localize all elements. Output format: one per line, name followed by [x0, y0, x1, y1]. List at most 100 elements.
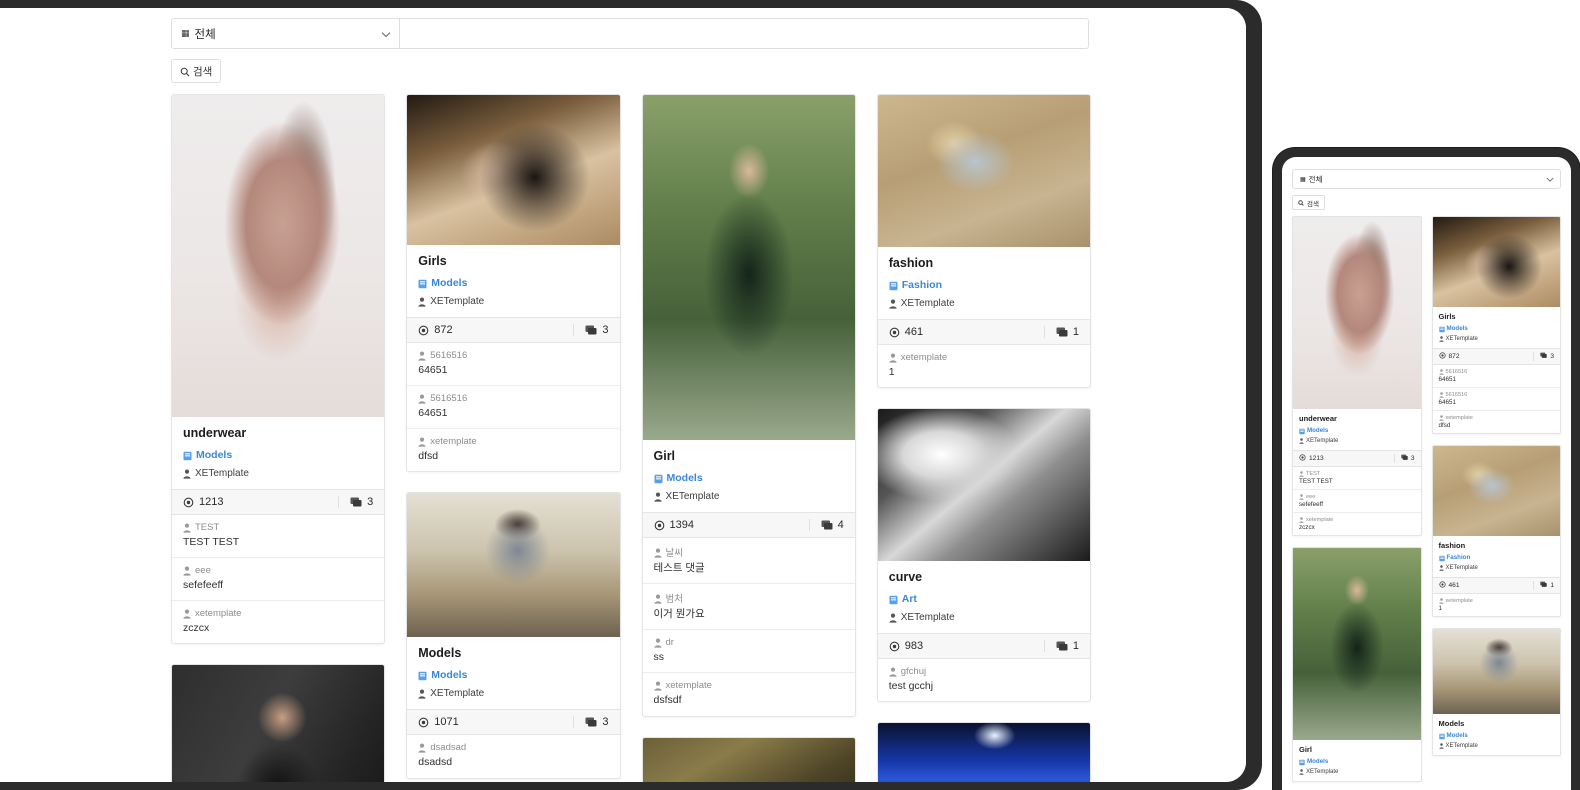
- comment-item[interactable]: xetemplate dfsd: [407, 429, 619, 471]
- comment-item[interactable]: 범처 이거 뭔가요: [642, 584, 855, 631]
- board-icon: [418, 279, 427, 288]
- card-category[interactable]: Models: [1438, 325, 1555, 332]
- comment-item[interactable]: TEST TEST TEST: [1293, 467, 1421, 490]
- card-thumbnail[interactable]: [1293, 217, 1421, 409]
- content-card[interactable]: Models Models XETemplate 1071 3 dsadsad dsadsd: [406, 492, 621, 779]
- card-category[interactable]: Models: [654, 472, 844, 484]
- search-button[interactable]: 검색: [171, 59, 222, 83]
- user-icon: [1438, 369, 1444, 375]
- comment-item[interactable]: gfchuj test gcchj: [878, 659, 1090, 701]
- comment-user: xetemplate: [889, 352, 1079, 363]
- card-body: fashion Fashion XETemplate: [878, 247, 1090, 319]
- content-card[interactable]: Girl Models XETemplate 1394 4 날씨 테스트 댓글 범처 이거 뭔가…: [641, 94, 856, 717]
- card-thumbnail[interactable]: [172, 665, 385, 782]
- card-author-name: XETemplate: [665, 491, 720, 502]
- comment-count: 3: [573, 324, 609, 336]
- content-card[interactable]: Girl Models XETemplate: [1292, 547, 1422, 782]
- content-card[interactable]: fashion Fashion XETemplate 461 1 xetemplate 1: [876, 94, 1091, 389]
- comment-item[interactable]: dr ss: [642, 630, 855, 674]
- card-category-label: Models: [1307, 758, 1329, 765]
- board-icon: [889, 595, 898, 604]
- card-author-name: XETemplate: [430, 296, 485, 307]
- comment-item[interactable]: eee sefefeeff: [172, 558, 385, 602]
- comment-item[interactable]: TEST TEST TEST: [172, 515, 385, 559]
- comment-item[interactable]: 5616516 64651: [407, 343, 620, 387]
- content-card[interactable]: curve Art XETemplate 983 1 gfchuj test gcchj: [876, 408, 1091, 703]
- card-category[interactable]: Models: [1438, 732, 1555, 739]
- comment-item[interactable]: 날씨 테스트 댓글: [642, 538, 855, 585]
- comment-item[interactable]: xetemplate 1: [1433, 594, 1561, 616]
- card-category[interactable]: Art: [889, 593, 1079, 605]
- card-thumbnail[interactable]: [1432, 446, 1560, 536]
- card-thumbnail[interactable]: [642, 95, 855, 440]
- card-title[interactable]: curve: [889, 570, 1079, 585]
- card-title[interactable]: Models: [1439, 719, 1555, 728]
- card-title[interactable]: Girl: [1299, 745, 1415, 754]
- user-icon: [1299, 471, 1304, 477]
- content-card[interactable]: fashion Fashion XETemplate 461 1 xetemplate 1: [1431, 445, 1561, 617]
- card-category[interactable]: Models: [1299, 427, 1415, 434]
- card-thumbnail[interactable]: [1432, 629, 1560, 714]
- card-thumbnail[interactable]: [1432, 217, 1560, 307]
- card-stats: 872 3: [1432, 348, 1560, 365]
- comment-item[interactable]: 5616516 64651: [1432, 365, 1560, 388]
- card-title[interactable]: underwear: [183, 426, 373, 441]
- card-title[interactable]: fashion: [889, 256, 1079, 271]
- comment-item[interactable]: xetemplate dsfsdf: [643, 673, 855, 715]
- view-count: 872: [1438, 352, 1460, 361]
- comment-item[interactable]: 5616516 64651: [1432, 388, 1560, 411]
- comment-user-name: xetemplate: [195, 608, 242, 620]
- card-category[interactable]: Models: [418, 277, 608, 289]
- card-thumbnail[interactable]: [407, 493, 620, 638]
- content-card[interactable]: underwear Models XETemplate 1213 3 TEST TEST T…: [1292, 216, 1422, 536]
- category-select[interactable]: ▦ 전체: [171, 18, 400, 49]
- card-title[interactable]: Girls: [1439, 312, 1555, 321]
- comment-count: 1: [1043, 326, 1079, 338]
- content-card[interactable]: [171, 664, 386, 782]
- grid-icon: ▦: [1300, 176, 1306, 183]
- card-title[interactable]: Models: [418, 646, 608, 661]
- card-title[interactable]: underwear: [1299, 414, 1415, 423]
- comment-item[interactable]: xetemplate zczcx: [172, 601, 384, 643]
- comment-user-name: eee: [195, 565, 211, 577]
- user-icon: [418, 297, 426, 307]
- comment-item[interactable]: dsadsad dsadsd: [407, 735, 619, 777]
- card-title[interactable]: Girl: [654, 449, 844, 464]
- content-card[interactable]: Girls Models XETemplate 872 3 5616516 64651 561…: [406, 94, 621, 473]
- content-card[interactable]: [641, 736, 856, 782]
- comment-item[interactable]: xetemplate zczcx: [1293, 513, 1421, 535]
- comment-item[interactable]: 5616516 64651: [407, 386, 620, 430]
- card-category-label: Art: [901, 593, 917, 606]
- card-category[interactable]: Models: [183, 449, 373, 461]
- card-category[interactable]: Fashion: [1438, 554, 1555, 561]
- comment-user: 5616516: [1438, 369, 1555, 375]
- card-image: [642, 737, 855, 782]
- comment-item[interactable]: eee sefefeeff: [1293, 490, 1421, 513]
- card-thumbnail[interactable]: [642, 737, 855, 782]
- card-body: Girl Models XETemplate: [643, 440, 855, 512]
- card-category[interactable]: Fashion: [889, 279, 1079, 291]
- card-title[interactable]: Girls: [418, 254, 608, 269]
- content-card[interactable]: Models Models XETemplate: [1431, 628, 1561, 756]
- tablet-search-button[interactable]: 검색: [1292, 195, 1325, 210]
- card-thumbnail[interactable]: [877, 409, 1090, 562]
- content-card[interactable]: [876, 722, 1091, 782]
- card-thumbnail[interactable]: [172, 95, 385, 417]
- content-card[interactable]: underwear Models XETemplate 1213 3 TEST TEST T…: [171, 94, 386, 645]
- board-icon: [1299, 759, 1305, 765]
- search-input[interactable]: [400, 18, 1089, 49]
- comment-user-name: dsadsad: [430, 742, 467, 754]
- card-thumbnail[interactable]: [1293, 548, 1421, 740]
- card-thumbnail[interactable]: [407, 95, 620, 245]
- content-card[interactable]: Girls Models XETemplate 872 3 5616516 64651 561…: [1431, 216, 1561, 434]
- card-category[interactable]: Models: [1299, 758, 1415, 765]
- card-thumbnail[interactable]: [877, 95, 1090, 247]
- comment-user-name: xetemplate: [900, 352, 948, 363]
- tablet-category-select[interactable]: ▦ 전체: [1292, 169, 1561, 189]
- card-category[interactable]: Models: [418, 669, 608, 681]
- comment-count: 1: [1533, 581, 1554, 590]
- comment-item[interactable]: xetemplate dfsd: [1433, 411, 1561, 433]
- card-title[interactable]: fashion: [1439, 541, 1555, 550]
- card-thumbnail[interactable]: [877, 723, 1090, 782]
- comment-item[interactable]: xetemplate 1: [878, 345, 1090, 387]
